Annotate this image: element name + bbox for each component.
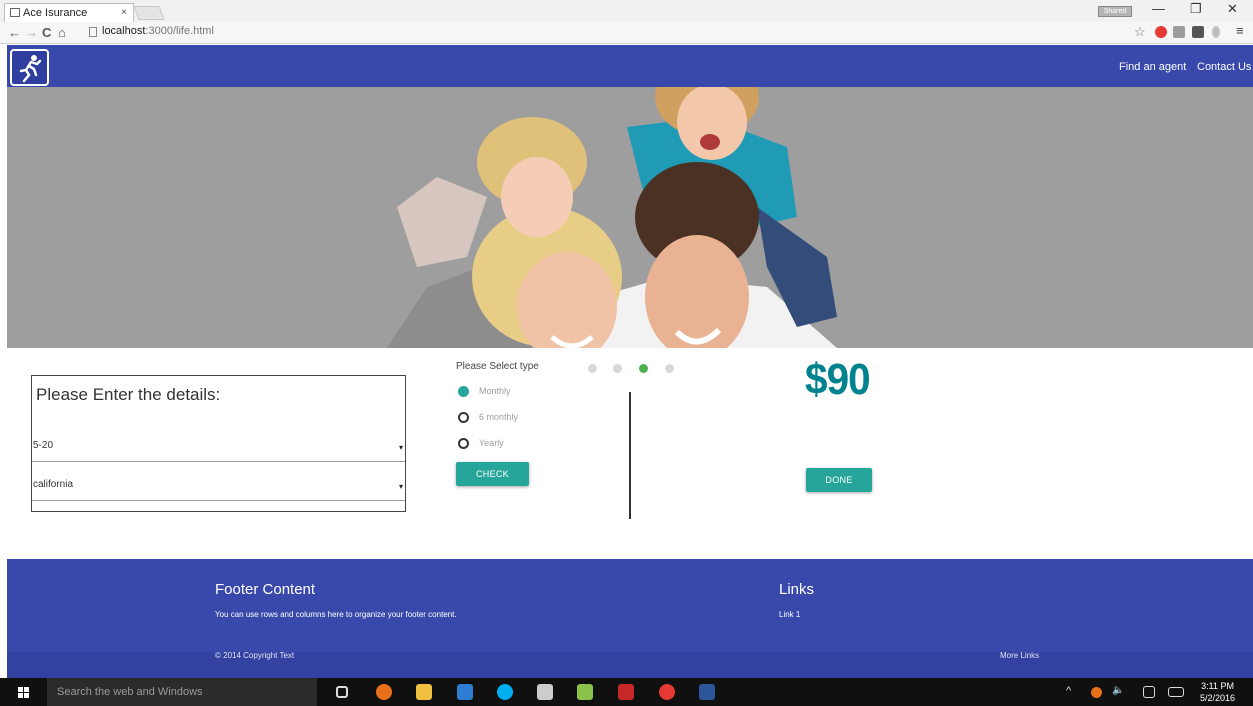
runner-icon[interactable] xyxy=(10,49,49,86)
tray-app-icon[interactable] xyxy=(1091,687,1102,698)
nav-find-agent-link[interactable]: Find an agent xyxy=(1119,61,1186,73)
done-button[interactable]: DONE xyxy=(806,468,872,492)
menu-icon[interactable]: ≡ xyxy=(1236,23,1244,38)
url-input[interactable]: localhost:3000/life.html xyxy=(86,25,1126,41)
footer-text: You can use rows and columns here to org… xyxy=(215,610,457,619)
radio-label: Monthly xyxy=(479,386,511,396)
footer-title: Footer Content xyxy=(215,581,316,598)
radio-unselected-icon xyxy=(458,438,469,449)
address-bar-row: ← → C ⌂ localhost:3000/life.html ☆ ≡ xyxy=(0,22,1253,44)
profile-button[interactable]: Shared xyxy=(1098,6,1132,17)
filezilla-icon[interactable] xyxy=(618,684,634,700)
state-select-value: california xyxy=(33,479,74,490)
virtualbox-icon[interactable] xyxy=(537,684,553,700)
page-info-icon[interactable] xyxy=(89,27,97,37)
file-explorer-icon[interactable] xyxy=(416,684,432,700)
check-button[interactable]: CHECK xyxy=(456,462,529,486)
hero-family-image xyxy=(7,87,1253,348)
state-select[interactable]: california ▾ xyxy=(32,463,405,501)
network-icon[interactable] xyxy=(577,684,593,700)
reload-icon[interactable]: C xyxy=(42,25,51,40)
more-links-link[interactable]: More Links xyxy=(1000,651,1039,660)
word-icon[interactable] xyxy=(699,684,715,700)
divider xyxy=(629,392,631,519)
new-tab-button[interactable] xyxy=(133,6,165,20)
store-icon[interactable] xyxy=(457,684,473,700)
skype-icon[interactable] xyxy=(497,684,513,700)
radio-monthly[interactable]: Monthly xyxy=(458,385,558,399)
footer-copyright-bar: © 2014 Copyright Text More Links xyxy=(7,651,1253,678)
payment-type-label: Please Select type xyxy=(456,361,539,372)
radio-label: Yearly xyxy=(479,438,504,448)
tab-title: Ace Isurance xyxy=(23,7,88,19)
carousel-dot[interactable] xyxy=(588,364,597,373)
browser-tab[interactable]: Ace Isurance × xyxy=(4,3,134,22)
maximize-icon[interactable]: ❐ xyxy=(1190,1,1202,17)
radio-label: 6 monthly xyxy=(479,412,519,422)
tray-expand-icon[interactable]: ^ xyxy=(1066,685,1071,697)
puzzle-icon[interactable] xyxy=(1173,26,1185,38)
chrome-icon[interactable] xyxy=(659,684,675,700)
tab-close-icon[interactable]: × xyxy=(121,7,127,18)
carousel-dot[interactable] xyxy=(665,364,674,373)
action-center-icon[interactable] xyxy=(1143,686,1155,698)
keyboard-icon[interactable] xyxy=(1168,687,1184,697)
windows-start-icon[interactable] xyxy=(18,687,30,698)
footer-link-1[interactable]: Link 1 xyxy=(779,610,800,619)
chevron-down-icon: ▾ xyxy=(398,482,403,491)
url-path: :3000/life.html xyxy=(145,25,214,37)
radio-yearly[interactable]: Yearly xyxy=(458,437,558,451)
firefox-icon[interactable] xyxy=(376,684,392,700)
star-icon[interactable]: ☆ xyxy=(1134,24,1146,40)
age-select-value: 5-20 xyxy=(33,440,54,451)
back-icon[interactable]: ← xyxy=(8,25,21,40)
copyright-text: © 2014 Copyright Text xyxy=(215,651,295,660)
details-form: Please Enter the details: 5-20 ▾ califor… xyxy=(31,375,406,512)
close-window-icon[interactable]: ✕ xyxy=(1227,1,1238,17)
windows-taskbar: Search the web and Windows ^ 🔈 3:11 PM 5… xyxy=(0,678,1253,706)
chevron-down-icon: ▾ xyxy=(398,443,403,452)
taskbar-clock[interactable]: 3:11 PM 5/2/2016 xyxy=(1200,680,1235,704)
age-select[interactable]: 5-20 ▾ xyxy=(32,424,405,462)
radio-unselected-icon xyxy=(458,412,469,423)
adblock-icon[interactable] xyxy=(1155,26,1167,38)
taskbar-search-input[interactable]: Search the web and Windows xyxy=(47,678,317,706)
home-icon[interactable]: ⌂ xyxy=(58,25,66,40)
java-icon[interactable] xyxy=(1212,26,1220,38)
minimize-icon[interactable]: — xyxy=(1152,1,1165,16)
carousel-dot-active[interactable] xyxy=(639,364,648,373)
footer-links-title: Links xyxy=(779,581,815,598)
forward-icon[interactable]: → xyxy=(25,25,38,40)
radio-selected-icon xyxy=(458,386,469,397)
task-view-icon[interactable] xyxy=(336,686,348,698)
page-footer: Footer Content You can use rows and colu… xyxy=(7,559,1253,678)
clock-date: 5/2/2016 xyxy=(1200,693,1236,703)
page-favicon-icon xyxy=(10,8,20,17)
volume-icon[interactable]: 🔈 xyxy=(1112,685,1124,696)
browser-tab-strip: Ace Isurance × Shared — ❐ ✕ xyxy=(0,0,1253,22)
nav-contact-link[interactable]: Contact Us xyxy=(1197,61,1251,73)
site-navbar: Find an agent Contact Us xyxy=(7,45,1253,87)
price-value: $90 xyxy=(805,355,871,404)
radio-6-monthly[interactable]: 6 monthly xyxy=(458,411,558,425)
clock-time: 3:11 PM xyxy=(1201,681,1234,691)
cast-icon[interactable] xyxy=(1192,26,1204,38)
url-host: localhost xyxy=(102,25,146,37)
form-title: Please Enter the details: xyxy=(36,385,221,404)
carousel-dot[interactable] xyxy=(613,364,622,373)
